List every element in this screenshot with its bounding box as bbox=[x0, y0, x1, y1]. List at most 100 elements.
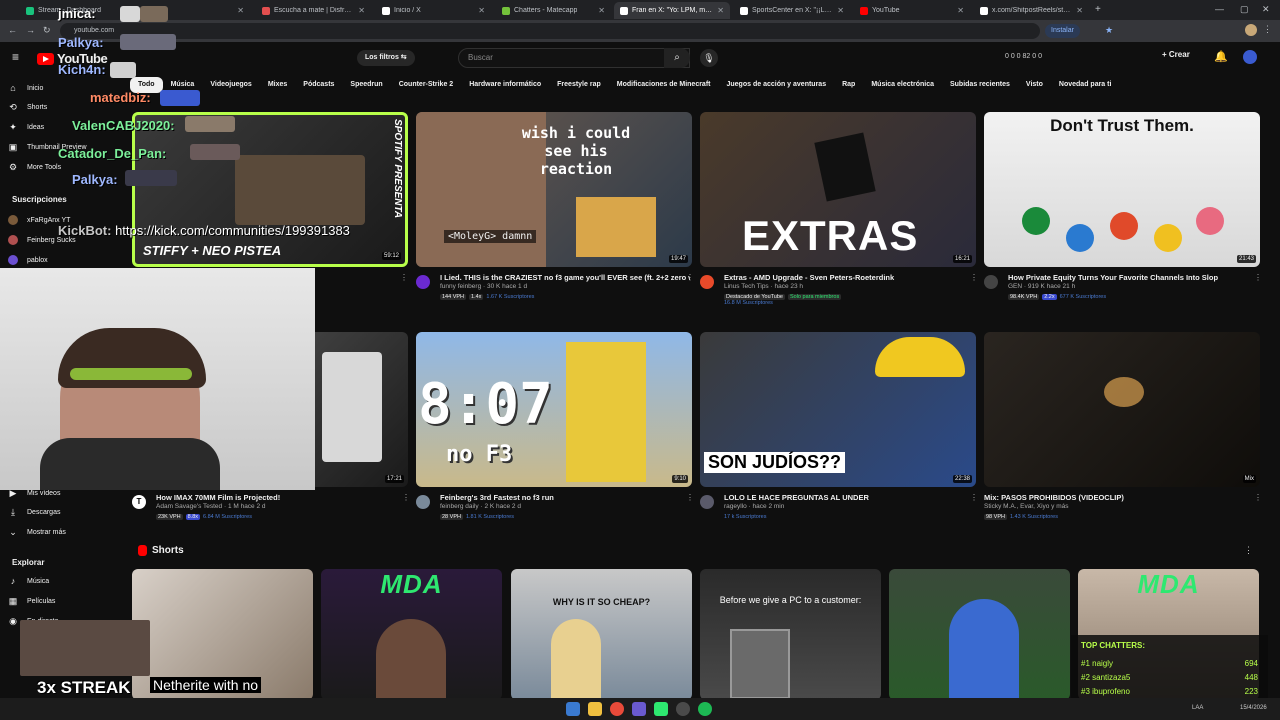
video-channel[interactable]: feinberg daily · 2 K hace 2 d bbox=[440, 503, 521, 510]
file-explorer-icon[interactable] bbox=[588, 702, 602, 716]
discord-icon[interactable] bbox=[632, 702, 646, 716]
install-button[interactable]: Instalar bbox=[1045, 24, 1080, 38]
video-title[interactable]: I Lied. THIS is the CRAZIEST no f3 game … bbox=[440, 273, 690, 282]
chip[interactable]: Modificaciones de Minecraft bbox=[609, 77, 719, 93]
channel-avatar[interactable] bbox=[416, 495, 430, 509]
maximize-icon[interactable]: ▢ bbox=[1240, 4, 1249, 15]
chip[interactable]: Visto bbox=[1018, 77, 1051, 93]
video-channel[interactable]: Adam Savage's Tested · 1 M hace 2 d bbox=[156, 503, 266, 510]
sidebar-item-mostrar-mas[interactable]: ⌄ Mostrar más bbox=[8, 524, 66, 540]
video-thumbnail[interactable]: wish i could see his reaction <MoleyG> d… bbox=[416, 112, 692, 267]
chat-username: jmica: bbox=[58, 6, 96, 21]
sidebar-item-peliculas[interactable]: ▦ Películas bbox=[8, 593, 56, 609]
close-icon[interactable]: ✕ bbox=[837, 6, 844, 15]
video-thumbnail[interactable]: EXTRAS 16:21 bbox=[700, 112, 976, 267]
notifications-bell-icon[interactable]: 🔔 bbox=[1214, 50, 1228, 63]
short-image bbox=[949, 599, 1019, 699]
thumbnail-image bbox=[1104, 377, 1144, 407]
top-chatter-count: 694 bbox=[1244, 659, 1258, 668]
more-options-icon[interactable]: ⋮ bbox=[402, 493, 410, 502]
video-stats: Destacado de YouTube Solo para miembros 16… bbox=[724, 294, 842, 306]
taskbar: LAA 15/4/2026 bbox=[0, 698, 1280, 720]
bookmark-star-icon[interactable]: ★ bbox=[1105, 25, 1113, 36]
chip[interactable]: Rap bbox=[834, 77, 863, 93]
sidebar-item-descargas[interactable]: ⤓ Descargas bbox=[8, 504, 60, 520]
video-title[interactable]: How IMAX 70MM Film is Projected! bbox=[156, 493, 406, 502]
channel-avatar[interactable] bbox=[700, 275, 714, 289]
chip[interactable]: Freestyle rap bbox=[549, 77, 609, 93]
account-avatar[interactable] bbox=[1243, 50, 1257, 64]
channel-avatar[interactable] bbox=[984, 275, 998, 289]
browser-tab[interactable]: x.com/ShitpostReels/status/20✕ bbox=[974, 2, 1089, 19]
video-thumbnail[interactable]: Mix bbox=[984, 332, 1260, 487]
chrome-icon[interactable] bbox=[610, 702, 624, 716]
taskbar-date[interactable]: 15/4/2026 bbox=[1240, 705, 1267, 711]
video-title[interactable]: Mix: PASOS PROHIBIDOS (VIDEOCLIP) bbox=[984, 493, 1234, 502]
short-thumbnail[interactable]: MDA bbox=[321, 569, 502, 700]
search-button[interactable]: ⌕ bbox=[664, 48, 690, 68]
spotify-icon[interactable] bbox=[698, 702, 712, 716]
more-options-icon[interactable]: ⋮ bbox=[686, 273, 694, 282]
short-thumbnail[interactable] bbox=[889, 569, 1070, 700]
browser-tab[interactable]: Chatters - Matecapp ✕ bbox=[496, 2, 611, 19]
windows-start-icon[interactable] bbox=[566, 702, 580, 716]
chip[interactable]: Novedad para ti bbox=[1051, 77, 1120, 93]
video-channel[interactable]: Sticky M.A., Evar, Xiyo y más bbox=[984, 503, 1069, 510]
close-icon[interactable]: ✕ bbox=[598, 6, 605, 15]
browser-tab[interactable]: SportsCenter en X: "¡¡LOCURA✕ bbox=[734, 2, 850, 19]
new-tab-button[interactable]: + bbox=[1095, 4, 1101, 15]
more-options-icon[interactable]: ⋮ bbox=[970, 273, 978, 282]
language-indicator[interactable]: LAA bbox=[1192, 705, 1203, 711]
mic-icon: 🎙 bbox=[703, 53, 715, 63]
short-thumbnail[interactable]: Before we give a PC to a customer: bbox=[700, 569, 881, 700]
chip[interactable]: Juegos de acción y aventuras bbox=[719, 77, 835, 93]
create-button[interactable]: + Crear bbox=[1162, 50, 1190, 59]
minimize-icon[interactable]: — bbox=[1215, 4, 1224, 14]
webcam-feed bbox=[0, 268, 315, 490]
browser-tab[interactable]: Fran en X: "Yo: LPM, me pierdo✕ bbox=[614, 2, 730, 19]
channel-avatar[interactable] bbox=[416, 275, 430, 289]
sidebar-item-musica[interactable]: ♪ Música bbox=[8, 573, 49, 589]
video-stats: 17 k Suscriptores bbox=[724, 514, 767, 520]
chip[interactable]: Hardware informático bbox=[461, 77, 549, 93]
more-options-icon[interactable]: ⋮ bbox=[686, 493, 694, 502]
short-caption: WHY IS IT SO CHEAP? bbox=[552, 597, 651, 607]
close-icon[interactable]: ✕ bbox=[1076, 6, 1083, 15]
short-thumbnail[interactable]: Netherite with no bbox=[132, 569, 313, 700]
close-icon[interactable]: ✕ bbox=[478, 6, 485, 15]
video-channel[interactable]: funny feinberg · 30 K hace 1 d bbox=[440, 283, 527, 290]
video-thumbnail[interactable]: SON JUDÍOS?? 22:38 bbox=[700, 332, 976, 487]
video-title[interactable]: How Private Equity Turns Your Favorite C… bbox=[1008, 273, 1258, 282]
video-title[interactable]: Extras - AMD Upgrade - Sven Peters-Roete… bbox=[724, 273, 974, 282]
profile-avatar[interactable] bbox=[1245, 24, 1257, 36]
more-options-icon[interactable]: ⋮ bbox=[1244, 545, 1253, 556]
chip[interactable]: Subidas recientes bbox=[942, 77, 1018, 93]
short-thumbnail[interactable]: WHY IS IT SO CHEAP? bbox=[511, 569, 692, 700]
more-options-icon[interactable]: ⋮ bbox=[970, 493, 978, 502]
mic-button[interactable]: 🎙 bbox=[700, 49, 718, 67]
channel-avatar[interactable] bbox=[700, 495, 714, 509]
browser-tab[interactable]: YouTube ✕ bbox=[854, 2, 970, 19]
duration-badge: 22:38 bbox=[952, 475, 972, 483]
video-title[interactable]: Feinberg's 3rd Fastest no f3 run bbox=[440, 493, 690, 502]
search-input[interactable]: Buscar bbox=[458, 48, 690, 68]
more-options-icon[interactable]: ⋮ bbox=[1254, 493, 1262, 502]
thumbnail-image bbox=[576, 197, 656, 257]
live-icon: ◉ bbox=[9, 616, 17, 626]
close-window-icon[interactable]: ✕ bbox=[1262, 4, 1270, 15]
obs-icon[interactable] bbox=[676, 702, 690, 716]
close-icon[interactable]: ✕ bbox=[717, 6, 724, 15]
video-channel[interactable]: GEN · 919 K hace 21 h bbox=[1008, 283, 1075, 290]
video-title[interactable]: LOLO LE HACE PREGUNTAS AL UNDER bbox=[724, 493, 974, 502]
channel-avatar[interactable]: T bbox=[132, 495, 146, 509]
menu-dots-icon[interactable]: ⋮ bbox=[1263, 24, 1272, 35]
close-icon[interactable]: ✕ bbox=[957, 6, 964, 15]
more-options-icon[interactable]: ⋮ bbox=[1254, 273, 1262, 282]
video-channel[interactable]: rageyllo · hace 2 min bbox=[724, 503, 784, 510]
kick-icon[interactable] bbox=[654, 702, 668, 716]
video-thumbnail[interactable]: Don't Trust Them. 21:43 bbox=[984, 112, 1260, 267]
chip[interactable]: Música electrónica bbox=[863, 77, 942, 93]
video-thumbnail[interactable]: 8:07 no F3 9:10 bbox=[416, 332, 692, 487]
video-channel[interactable]: Linus Tech Tips · hace 23 h bbox=[724, 283, 803, 290]
more-options-icon[interactable]: ⋮ bbox=[400, 273, 408, 282]
